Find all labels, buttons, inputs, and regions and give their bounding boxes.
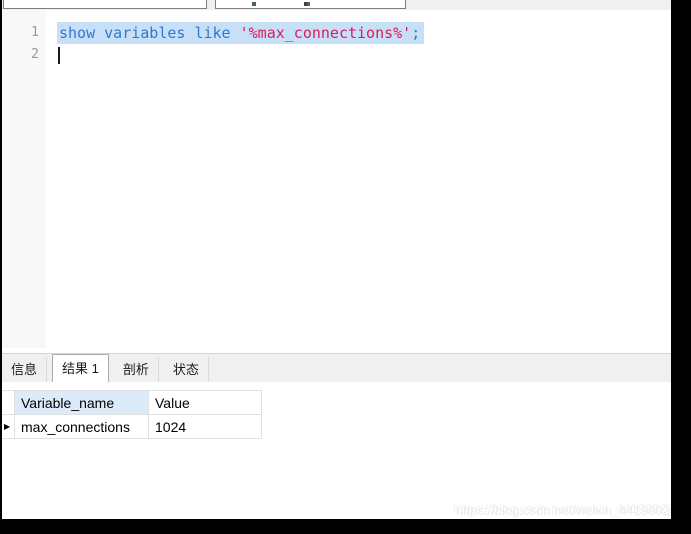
- result-tabbar: 信息 结果 1 剖析 状态: [2, 353, 671, 382]
- sql-statement-line: show variables like '%max_connections%';: [57, 22, 424, 44]
- connection-combobox[interactable]: [3, 0, 207, 9]
- line-number-gutter: 1 2: [2, 10, 46, 348]
- column-header-variable-name[interactable]: Variable_name: [15, 391, 149, 414]
- frame-right-edge: [671, 0, 691, 534]
- database-combobox-text-fragment: [304, 2, 307, 6]
- row-selector-cell[interactable]: ▶: [2, 415, 15, 438]
- database-icon: [252, 2, 256, 6]
- query-toolbar: [2, 0, 671, 10]
- table-header-row: Variable_name Value: [2, 391, 262, 415]
- selected-sql-text: show variables like '%max_connections%';: [57, 22, 424, 44]
- csdn-watermark-copy-2: https://blog.csdn.net/weixin_44190027: [456, 503, 677, 518]
- sql-keywords: show variables like: [59, 24, 240, 42]
- cell-value[interactable]: 1024: [149, 415, 262, 438]
- database-combobox[interactable]: [215, 0, 406, 9]
- result-table: Variable_name Value ▶ max_connections 10…: [2, 390, 262, 439]
- sql-query-window: 1 2 show variables like '%max_connection…: [0, 0, 691, 534]
- frame-left-edge: [0, 0, 2, 534]
- text-cursor: [58, 47, 60, 64]
- frame-bottom-edge: [0, 519, 691, 534]
- line-number-1: 1: [9, 25, 39, 40]
- header-gutter-cell: [2, 391, 15, 414]
- sql-terminator: ;: [411, 24, 420, 42]
- tab-info[interactable]: 信息: [2, 357, 47, 382]
- tab-status[interactable]: 状态: [164, 357, 209, 382]
- line-number-2: 2: [9, 47, 39, 62]
- row-selector-arrow-icon: ▶: [4, 423, 10, 431]
- cell-variable-name[interactable]: max_connections: [15, 415, 149, 438]
- tab-result-1[interactable]: 结果 1: [52, 354, 109, 382]
- tab-profile[interactable]: 剖析: [114, 357, 159, 382]
- table-row[interactable]: ▶ max_connections 1024: [2, 415, 262, 439]
- result-grid: Variable_name Value ▶ max_connections 10…: [2, 382, 671, 519]
- sql-string-literal: '%max_connections%': [240, 24, 412, 42]
- column-header-value[interactable]: Value: [149, 391, 262, 414]
- sql-editor[interactable]: 1 2 show variables like '%max_connection…: [2, 10, 671, 353]
